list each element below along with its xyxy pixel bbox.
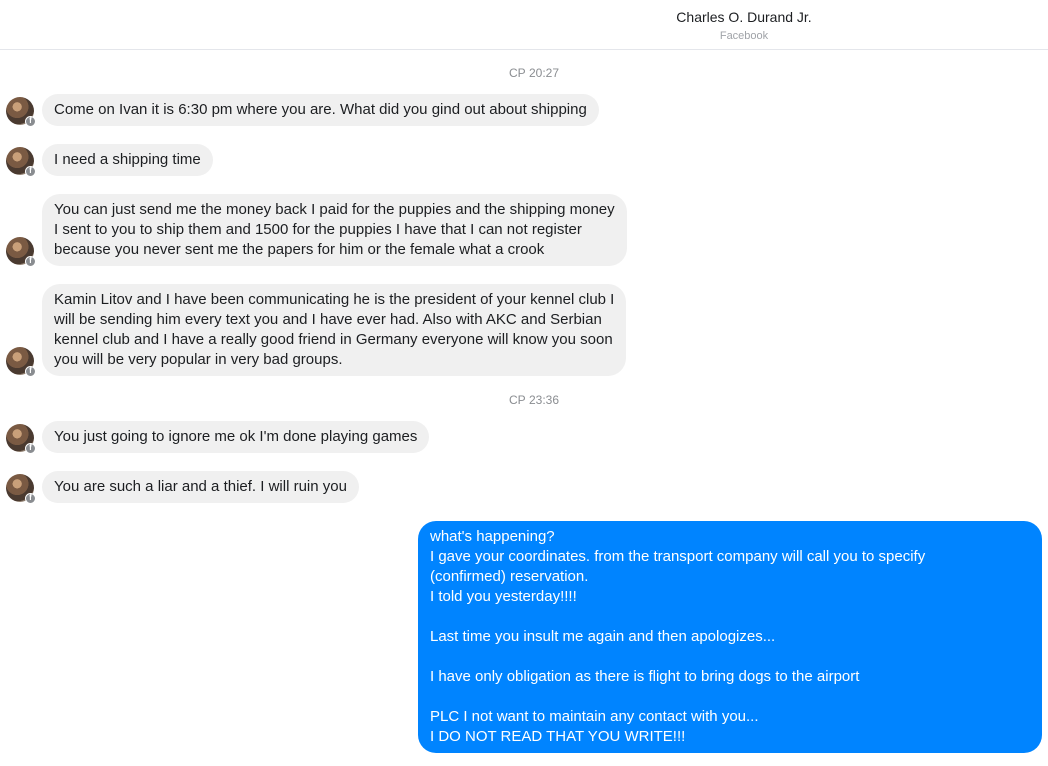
contact-source: Facebook — [719, 30, 769, 42]
avatar[interactable]: f — [6, 97, 36, 127]
incoming-message[interactable]: You can just send me the money back I pa… — [42, 194, 627, 266]
incoming-message[interactable]: You just going to ignore me ok I'm done … — [42, 421, 430, 453]
messenger-badge-icon: f — [25, 166, 36, 177]
message-timestamp: СР 23:36 — [508, 393, 560, 407]
avatar[interactable]: f — [6, 237, 36, 267]
avatar[interactable]: f — [6, 347, 36, 377]
avatar[interactable]: f — [6, 147, 36, 177]
incoming-message[interactable]: I need a shipping time — [42, 144, 213, 176]
messenger-badge-icon: f — [25, 493, 36, 504]
incoming-message[interactable]: You are such a liar and a thief. I will … — [42, 471, 359, 503]
avatar[interactable]: f — [6, 424, 36, 454]
messenger-badge-icon: f — [25, 116, 36, 127]
messenger-badge-icon: f — [25, 256, 36, 267]
incoming-message[interactable]: Kamin Litov and I have been communicatin… — [42, 284, 627, 376]
messenger-badge-icon: f — [25, 443, 36, 454]
conversation-header: Charles O. Durand Jr. Facebook — [0, 0, 1048, 50]
messenger-badge-icon: f — [25, 366, 36, 377]
message-timestamp: СР 20:27 — [508, 66, 560, 80]
incoming-message[interactable]: Come on Ivan it is 6:30 pm where you are… — [42, 94, 599, 126]
avatar[interactable]: f — [6, 474, 36, 504]
outgoing-message[interactable]: what's happening? I gave your coordinate… — [418, 521, 1042, 753]
contact-name[interactable]: Charles O. Durand Jr. — [0, 9, 1048, 25]
